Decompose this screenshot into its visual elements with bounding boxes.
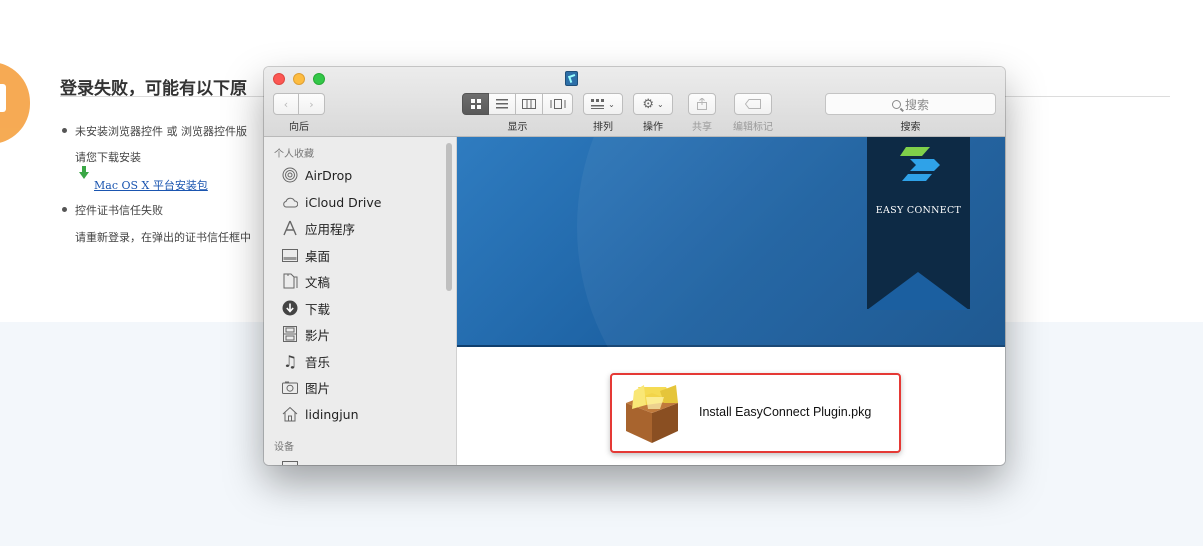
error-item-1-hint: 请您下载安装 bbox=[75, 151, 141, 164]
easyconnect-ribbon: EASY CONNECT bbox=[867, 137, 970, 310]
finder-window: ‹ › 向后 显示 ⌄ 排列 ⚙ ⌄ 操作 共享 编辑标记 搜索 搜索 个人收藏… bbox=[264, 67, 1005, 465]
download-arrow-icon bbox=[79, 166, 89, 179]
columns-icon bbox=[522, 99, 536, 109]
grid-icon bbox=[470, 99, 481, 109]
error-item-2-hint: 请重新登录，在弹出的证书信任框中 bbox=[75, 231, 251, 244]
icon-view-button[interactable] bbox=[462, 93, 489, 115]
downloads-icon bbox=[281, 299, 299, 317]
list-icon bbox=[496, 99, 508, 109]
sidebar-item-label: 音乐 bbox=[305, 354, 331, 370]
easyconnect-banner: EASY CONNECT bbox=[457, 137, 1005, 465]
arrange-button[interactable]: ⌄ bbox=[583, 93, 623, 115]
zoom-window-button[interactable] bbox=[313, 73, 325, 85]
sidebar-item-device[interactable] bbox=[281, 455, 299, 465]
sidebar-item-label: 文稿 bbox=[305, 274, 331, 290]
sidebar-item-label: 图片 bbox=[305, 380, 331, 396]
share-icon bbox=[697, 98, 707, 110]
column-view-button[interactable] bbox=[516, 93, 543, 115]
view-mode-group bbox=[462, 93, 573, 115]
sidebar-item-pictures[interactable]: 图片 bbox=[281, 376, 330, 398]
sidebar-item-airdrop[interactable]: AirDrop bbox=[281, 164, 352, 186]
tag-icon bbox=[745, 99, 761, 109]
list-view-button[interactable] bbox=[489, 93, 516, 115]
arrange-icon bbox=[591, 99, 605, 109]
sidebar-item-label: 下载 bbox=[305, 301, 331, 317]
finder-content: EASY CONNECT Install EasyConnect Plugin.… bbox=[457, 137, 1005, 465]
chevron-down-icon: ⌄ bbox=[608, 99, 615, 109]
view-label: 显示 bbox=[507, 122, 528, 133]
close-window-button[interactable] bbox=[273, 73, 285, 85]
tags-label: 编辑标记 bbox=[733, 122, 773, 133]
search-placeholder: 搜索 bbox=[904, 97, 929, 112]
sidebar-item-icloud[interactable]: iCloud Drive bbox=[281, 191, 381, 213]
highlight-box: Install EasyConnect Plugin.pkg bbox=[610, 373, 901, 453]
action-group: ⚙ ⌄ bbox=[633, 93, 673, 115]
back-button[interactable]: ‹ bbox=[273, 93, 299, 115]
brand-text: EASY CONNECT bbox=[875, 205, 962, 216]
airdrop-icon bbox=[281, 166, 299, 184]
search-input[interactable]: 搜索 bbox=[825, 93, 996, 115]
sidebar-item-label: iCloud Drive bbox=[305, 194, 382, 210]
finder-toolbar: ‹ › 向后 显示 ⌄ 排列 ⚙ ⌄ 操作 共享 编辑标记 搜索 搜索 bbox=[264, 67, 1005, 137]
error-item-1: 未安装浏览器控件 或 浏览器控件版 bbox=[75, 125, 247, 138]
cover-flow-icon bbox=[550, 99, 565, 109]
sidebar-item-label: 桌面 bbox=[305, 248, 331, 264]
devices-header: 设备 bbox=[274, 442, 294, 453]
cover-flow-button[interactable] bbox=[543, 93, 573, 115]
share-button[interactable] bbox=[688, 93, 716, 115]
gear-icon: ⚙ bbox=[642, 96, 654, 112]
search-label: 搜索 bbox=[900, 122, 921, 133]
forward-button[interactable]: › bbox=[299, 93, 325, 115]
package-icon[interactable] bbox=[620, 381, 684, 447]
sidebar-item-music[interactable]: ♫ 音乐 bbox=[281, 350, 330, 372]
sidebar-item-documents[interactable]: 文稿 bbox=[281, 270, 330, 292]
music-icon: ♫ bbox=[282, 351, 298, 371]
warning-icon bbox=[0, 62, 30, 144]
sidebar-item-applications[interactable]: 应用程序 bbox=[281, 217, 355, 239]
home-icon bbox=[281, 405, 299, 423]
sidebar-item-desktop[interactable]: 桌面 bbox=[281, 244, 330, 266]
edit-tags-button[interactable] bbox=[734, 93, 772, 115]
pictures-icon bbox=[281, 378, 299, 396]
sidebar-item-label: lidingjun bbox=[305, 406, 359, 422]
sidebar-item-label: 影片 bbox=[305, 327, 331, 343]
finder-sidebar: 个人收藏 AirDrop iCloud Drive 应用程序 桌面 文稿 下载 … bbox=[264, 137, 457, 465]
chevron-down-icon: ⌄ bbox=[656, 99, 664, 109]
sidebar-item-movies[interactable]: 影片 bbox=[281, 323, 330, 345]
bullet-icon bbox=[62, 207, 67, 212]
sidebar-item-label: 应用程序 bbox=[305, 221, 356, 237]
applications-icon bbox=[281, 219, 299, 237]
movies-icon bbox=[281, 325, 299, 343]
desktop-icon bbox=[281, 246, 299, 264]
disk-image-proxy-icon[interactable] bbox=[565, 71, 578, 86]
arrange-label: 排列 bbox=[593, 122, 613, 133]
arrange-group: ⌄ bbox=[583, 93, 623, 115]
share-label: 共享 bbox=[692, 122, 712, 133]
sidebar-scrollbar[interactable] bbox=[446, 143, 452, 291]
action-button[interactable]: ⚙ ⌄ bbox=[633, 93, 673, 115]
disk-icon bbox=[281, 457, 299, 465]
package-file-name[interactable]: Install EasyConnect Plugin.pkg bbox=[699, 405, 871, 419]
share-group bbox=[688, 93, 716, 115]
chevron-left-icon: ‹ bbox=[283, 97, 289, 111]
favorites-header: 个人收藏 bbox=[274, 149, 314, 160]
search-icon bbox=[891, 99, 901, 109]
nav-label: 向后 bbox=[289, 122, 309, 133]
documents-icon bbox=[281, 272, 299, 290]
mac-download-link[interactable]: Mac OS X 平台安装包 bbox=[94, 177, 208, 193]
bullet-icon bbox=[62, 128, 67, 133]
easyconnect-logo-icon bbox=[900, 147, 940, 181]
error-item-2: 控件证书信任失败 bbox=[75, 204, 163, 217]
nav-button-group: ‹ › bbox=[273, 93, 325, 115]
sidebar-item-label: AirDrop bbox=[305, 167, 353, 183]
minimize-window-button[interactable] bbox=[293, 73, 305, 85]
sidebar-item-home[interactable]: lidingjun bbox=[281, 403, 359, 425]
tags-group bbox=[734, 93, 772, 115]
cloud-icon bbox=[281, 193, 299, 211]
action-label: 操作 bbox=[643, 122, 663, 133]
chevron-right-icon: › bbox=[309, 97, 314, 111]
sidebar-item-downloads[interactable]: 下载 bbox=[281, 297, 330, 319]
